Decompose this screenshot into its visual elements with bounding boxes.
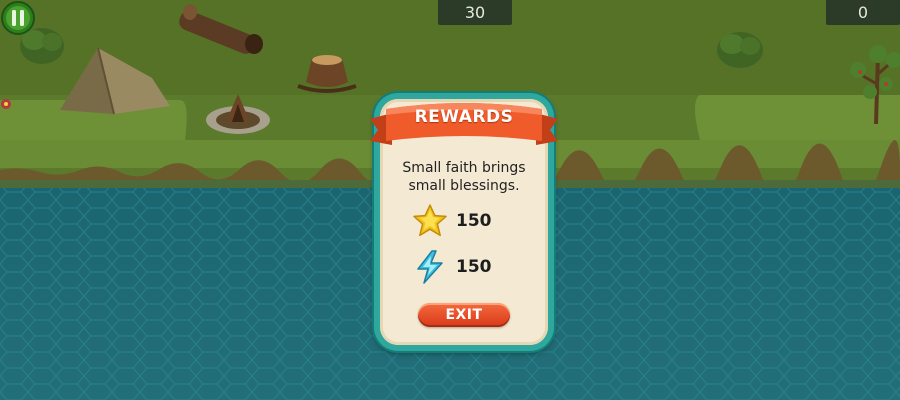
pause-icon	[1, 1, 35, 35]
message-line-2: small blessings.	[408, 178, 520, 194]
reward-row-star: 150	[412, 203, 492, 239]
bush-right	[717, 32, 763, 68]
dialog-title: REWARDS	[414, 107, 514, 127]
message-line-1: Small faith brings	[402, 160, 526, 176]
pause-button[interactable]	[1, 1, 35, 35]
score-counter: 30	[438, 0, 512, 25]
rewards-dialog: REWARDS Small faith brings small blessin…	[370, 93, 558, 351]
reward-row-energy: 150	[412, 249, 492, 285]
red-flower	[1, 99, 11, 109]
coin-counter: 0	[826, 0, 900, 25]
reward-message: Small faith brings small blessings.	[384, 159, 544, 195]
exit-button[interactable]: EXIT	[418, 303, 510, 327]
reward-energy-value: 150	[456, 257, 492, 277]
lightning-icon	[417, 250, 443, 284]
star-icon	[413, 204, 447, 237]
reward-star-value: 150	[456, 211, 492, 231]
